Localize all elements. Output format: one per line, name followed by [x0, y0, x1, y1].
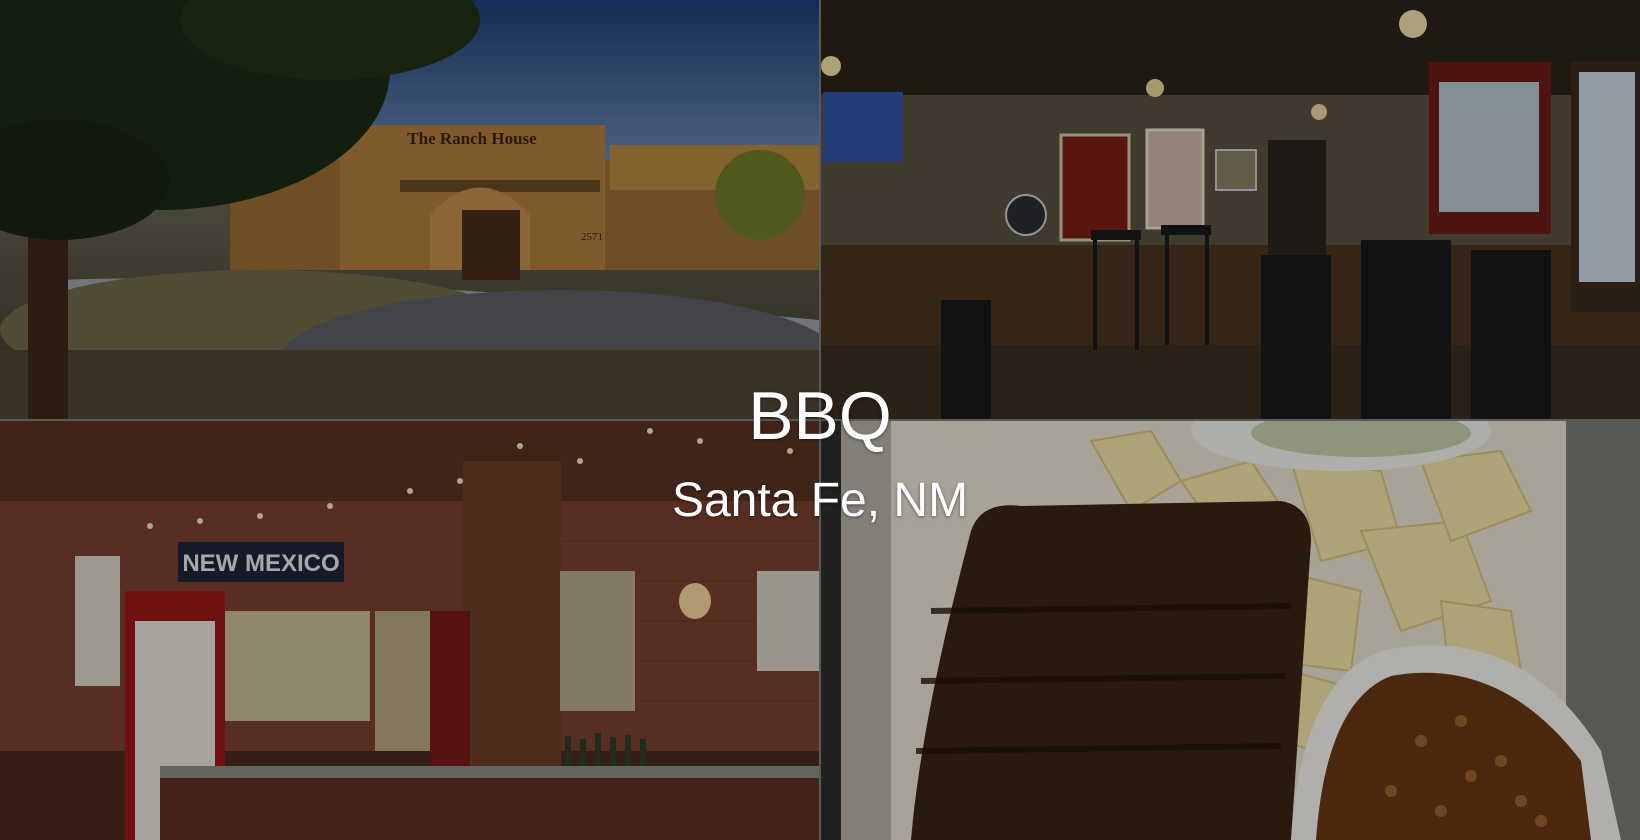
- bbq-plate-photo: [821, 421, 1640, 840]
- store-interior-illustration: NEW MEXICO: [0, 421, 819, 840]
- bbq-plate-illustration: [821, 421, 1640, 840]
- ranch-house-sign: The Ranch House: [407, 129, 537, 148]
- bar-interior-illustration: [821, 0, 1640, 419]
- ranch-house-exterior-photo: The Ranch House 2571: [0, 0, 819, 419]
- bar-interior-photo: [821, 0, 1640, 419]
- collage-divider-horizontal: [0, 419, 1640, 421]
- bbq-collage-hero: The Ranch House 2571 NEW MEXICO BBQ Sant…: [0, 0, 1640, 840]
- store-interior-photo: NEW MEXICO: [0, 421, 819, 840]
- new-mexico-sign: NEW MEXICO: [182, 550, 339, 577]
- address-number: 2571: [581, 231, 603, 243]
- exterior-illustration: The Ranch House 2571: [0, 0, 819, 419]
